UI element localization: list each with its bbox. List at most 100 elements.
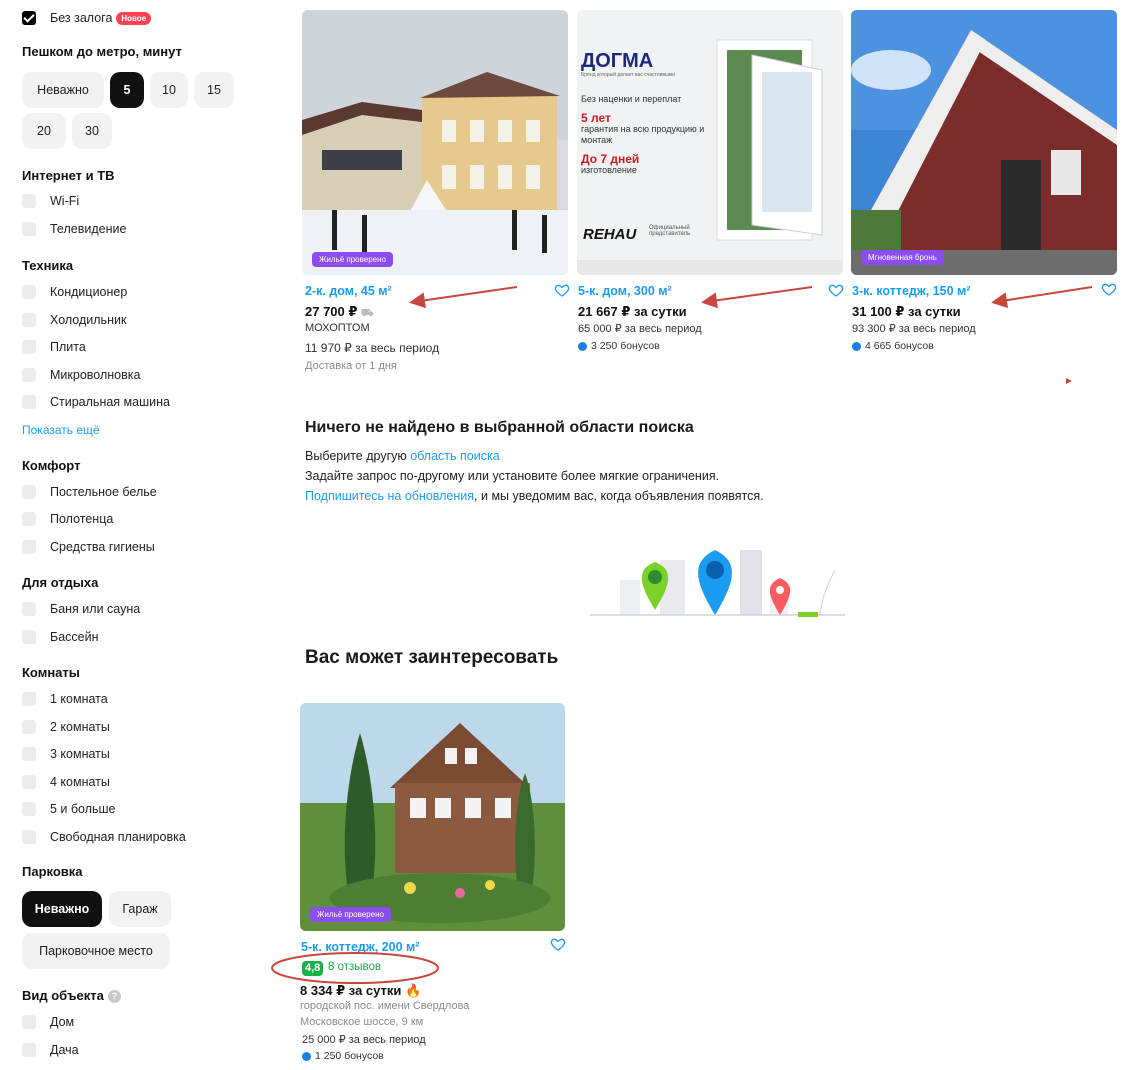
microwave-checkbox[interactable]: Микроволновка — [22, 365, 140, 385]
listing-delivery-1: Доставка от 1 дня — [305, 360, 397, 372]
map-pins-illustration — [590, 550, 845, 617]
search-area-link[interactable]: область поиска — [410, 449, 499, 463]
subscribe-updates-link[interactable]: Подпишитесь на обновления — [305, 489, 474, 503]
object-type-section-title: Вид объекта? — [22, 988, 121, 1004]
pool-checkbox[interactable]: Бассейн — [22, 627, 99, 647]
rooms-2-label: 2 комнаты — [50, 720, 110, 734]
listing-bonus-3: 4 665 бонусов — [852, 340, 934, 352]
not-found-line-1-text: Выберите другую — [305, 449, 411, 463]
recommend-title[interactable]: 5-к. коттедж, 200 м² — [301, 940, 419, 954]
rooms-open-plan-checkbox[interactable]: Свободная планировка — [22, 827, 186, 847]
parking-section-title: Парковка — [22, 864, 83, 879]
microwave-label: Микроволновка — [50, 368, 141, 382]
bedding-label: Постельное белье — [50, 485, 157, 499]
listing-total-2: 65 000 ₽ за весь период — [578, 323, 702, 335]
comfort-section-title: Комфорт — [22, 458, 81, 473]
rooms-2-checkbox[interactable]: 2 комнаты — [22, 717, 110, 737]
ac-label: Кондиционер — [50, 285, 128, 299]
ad-benefit-4: До 7 дней — [581, 152, 640, 166]
metro-option-20[interactable]: 20 — [22, 113, 66, 149]
stove-checkbox[interactable]: Плита — [22, 337, 86, 357]
wooden-house-photo-image — [300, 703, 565, 931]
parking-option-garage[interactable]: Гараж — [109, 891, 171, 927]
heart-icon[interactable] — [828, 282, 844, 298]
wifi-label: Wi-Fi — [50, 194, 80, 208]
listing-price-1: 27 700 ₽ ⛟ — [305, 304, 374, 321]
wifi-checkbox[interactable]: Wi-Fi — [22, 191, 79, 211]
rooms-5plus-checkbox[interactable]: 5 и больше — [22, 799, 116, 819]
rooms-5plus-label: 5 и больше — [50, 802, 116, 816]
listing-total-3: 93 300 ₽ за весь период — [852, 323, 976, 335]
heart-icon[interactable] — [1101, 281, 1117, 297]
rooms-4-checkbox[interactable]: 4 комнаты — [22, 772, 110, 792]
new-badge: Новое — [116, 11, 152, 25]
rooms-1-label: 1 комната — [50, 692, 108, 706]
parking-option-spot[interactable]: Парковочное место — [22, 933, 170, 969]
hygiene-label: Средства гигиены — [50, 540, 155, 554]
type-dacha-checkbox[interactable]: Дача — [22, 1040, 79, 1060]
not-found-line-1: Выберите другую область поиска — [305, 449, 500, 463]
ad-partner-logo: REHAU — [583, 226, 637, 243]
metro-option-5[interactable]: 5 — [110, 72, 144, 108]
metro-option-any[interactable]: Неважно — [22, 72, 104, 108]
rooms-open-plan-label: Свободная планировка — [50, 830, 186, 844]
metro-option-10[interactable]: 10 — [150, 72, 188, 108]
rooms-3-checkbox[interactable]: 3 комнаты — [22, 744, 110, 764]
ad-benefit-3: гарантия на всю продукцию и монтаж — [581, 124, 705, 145]
no-deposit-checkbox[interactable]: Без залога Новое — [22, 8, 152, 28]
listing-title-3[interactable]: 3-к. коттедж, 150 м² — [852, 284, 970, 298]
sauna-checkbox[interactable]: Баня или сауна — [22, 599, 140, 619]
recommend-bonus: 1 250 бонусов — [302, 1050, 384, 1062]
instant-booking-badge: Мгновенная бронь — [861, 250, 944, 265]
towels-checkbox[interactable]: Полотенца — [22, 509, 113, 529]
washer-checkbox[interactable]: Стиральная машина — [22, 392, 170, 412]
tv-label: Телевидение — [50, 222, 127, 236]
bonus-icon — [578, 341, 587, 351]
annotation-arrow-1 — [409, 286, 518, 309]
ad-partner-note: Официальный представитель — [649, 225, 691, 237]
bonus-icon — [852, 341, 861, 351]
bonus-icon — [302, 1051, 311, 1061]
stove-label: Плита — [50, 340, 86, 354]
fridge-checkbox[interactable]: Холодильник — [22, 310, 126, 330]
annotation-arrow-3 — [991, 286, 1093, 309]
listing-seller-1: МОХОПТОМ — [305, 322, 370, 334]
rooms-3-label: 3 комнаты — [50, 747, 110, 761]
annotation-arrow-2 — [701, 286, 813, 309]
listing-photo-1[interactable] — [302, 10, 568, 275]
metro-option-15[interactable]: 15 — [194, 72, 234, 108]
parking-option-any[interactable]: Неважно — [22, 891, 102, 927]
ac-checkbox[interactable]: Кондиционер — [22, 282, 127, 302]
rooms-4-label: 4 комнаты — [50, 775, 110, 789]
ad-benefits: Без наценки и переплат 5 лет гарантия на… — [581, 94, 711, 176]
ad-benefit-5: изготовление — [581, 165, 637, 175]
verified-badge: Жильё проверено — [312, 252, 393, 267]
hygiene-checkbox[interactable]: Средства гигиены — [22, 537, 155, 557]
listing-title-2[interactable]: 5-к. дом, 300 м² — [578, 284, 672, 298]
heart-icon[interactable] — [550, 936, 566, 952]
listing-photo-3[interactable] — [851, 10, 1117, 275]
metro-option-30[interactable]: 30 — [72, 113, 112, 149]
verified-badge: Жильё проверено — [310, 907, 391, 922]
listing-title-1[interactable]: 2-к. дом, 45 м² — [305, 284, 392, 298]
washer-label: Стиральная машина — [50, 395, 170, 409]
tv-checkbox[interactable]: Телевидение — [22, 219, 126, 239]
rating-badge: 4,8 — [302, 961, 324, 976]
not-found-line-2: Задайте запрос по-другому или установите… — [305, 469, 720, 483]
listing-bonus-2: 3 250 бонусов — [578, 340, 660, 352]
listing-photo-2[interactable]: ДОГМА Бренд который делает вас счастливы… — [577, 10, 843, 275]
pool-label: Бассейн — [50, 630, 99, 644]
recommend-bonus-text: 1 250 бонусов — [315, 1050, 384, 1062]
object-type-title-text: Вид объекта — [22, 988, 104, 1003]
recommend-price: 8 334 ₽ за сутки 🔥 — [300, 983, 421, 999]
type-house-checkbox[interactable]: Дом — [22, 1012, 74, 1032]
listing-price-2: 21 667 ₽ за сутки — [578, 304, 687, 319]
recommend-photo[interactable] — [300, 703, 565, 931]
bedding-checkbox[interactable]: Постельное белье — [22, 482, 157, 502]
rooms-1-checkbox[interactable]: 1 комната — [22, 689, 108, 709]
leisure-section-title: Для отдыха — [22, 575, 99, 590]
info-icon[interactable]: ? — [107, 990, 121, 1004]
reviews-link[interactable]: 8 отзывов — [328, 961, 381, 973]
heart-icon[interactable] — [554, 282, 570, 298]
show-more-link[interactable]: Показать ещё — [22, 423, 100, 437]
